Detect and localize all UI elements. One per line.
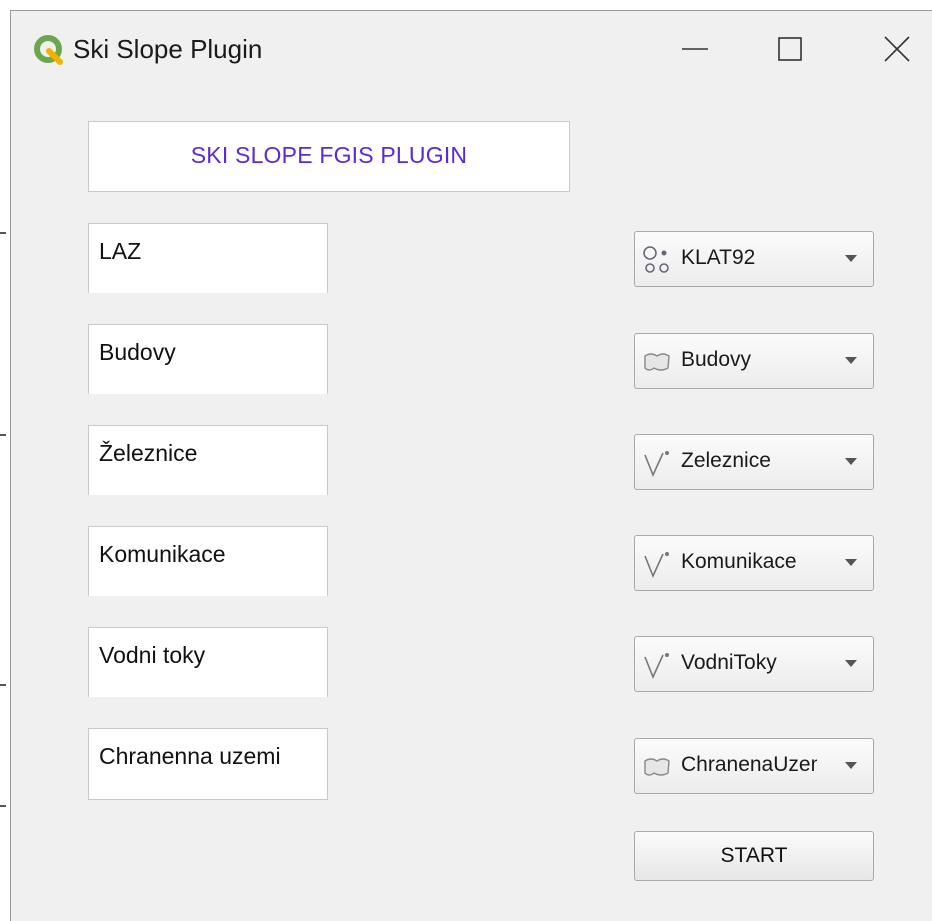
chevron-down-icon[interactable] [845, 559, 857, 566]
layer-select-budovy[interactable]: Budovy [634, 333, 874, 389]
plugin-header: SKI SLOPE FGIS PLUGIN [88, 121, 570, 192]
title-bar[interactable]: Ski Slope Plugin [11, 11, 932, 89]
label-text: Budovy [99, 339, 176, 365]
label-chranenna-uzemi: Chranenna uzemi [88, 728, 328, 800]
line-layer-icon [644, 653, 669, 680]
polygon-layer-icon [644, 353, 670, 371]
minimize-icon[interactable] [667, 21, 723, 77]
label-text: Komunikace [99, 541, 226, 567]
line-layer-icon [644, 552, 669, 579]
combo-value: Budovy [681, 348, 752, 371]
combo-value: VodniToky [681, 651, 777, 674]
edge-mark [0, 434, 6, 436]
combo-value: ChranenaUzemi [681, 753, 817, 776]
chevron-down-icon[interactable] [845, 762, 857, 769]
combo-value: Zeleznice [681, 449, 771, 472]
plugin-header-text: SKI SLOPE FGIS PLUGIN [190, 142, 468, 168]
start-button[interactable]: START [634, 831, 874, 881]
layer-select-laz[interactable]: KLAT92 [634, 231, 874, 287]
label-text: LAZ [99, 238, 142, 264]
layer-select-komunikace[interactable]: Komunikace [634, 535, 874, 591]
edge-mark [0, 805, 6, 807]
chevron-down-icon[interactable] [845, 458, 857, 465]
chevron-down-icon[interactable] [845, 357, 857, 364]
chevron-down-icon[interactable] [845, 660, 857, 667]
window-title: Ski Slope Plugin [73, 34, 263, 64]
point-layer-icon [643, 246, 669, 273]
plugin-dialog: Ski Slope Plugin SKI SLOPE FGIS PLUGIN L… [10, 10, 932, 921]
label-komunikace: Komunikace [88, 526, 328, 596]
polygon-layer-icon [644, 758, 670, 776]
label-budovy: Budovy [88, 324, 328, 394]
edge-mark [0, 232, 6, 234]
label-zeleznice: Železnice [88, 425, 328, 495]
edge-mark [0, 684, 6, 686]
combo-value: KLAT92 [681, 246, 756, 269]
combo-value: Komunikace [681, 550, 797, 573]
chevron-down-icon[interactable] [845, 255, 857, 262]
maximize-icon[interactable] [763, 21, 819, 77]
layer-select-chranena-uzemi[interactable]: ChranenaUzemi [634, 738, 874, 794]
label-text: Vodni toky [99, 642, 206, 668]
label-laz: LAZ [88, 223, 328, 293]
layer-select-vodni-toky[interactable]: VodniToky [634, 636, 874, 692]
label-text: Chranenna uzemi [99, 743, 281, 769]
qgis-logo-icon [34, 35, 63, 65]
layer-select-zeleznice[interactable]: Zeleznice [634, 434, 874, 490]
close-icon[interactable] [869, 21, 925, 77]
label-text: Železnice [99, 440, 198, 466]
line-layer-icon [644, 451, 669, 478]
label-vodni-toky: Vodni toky [88, 627, 328, 697]
